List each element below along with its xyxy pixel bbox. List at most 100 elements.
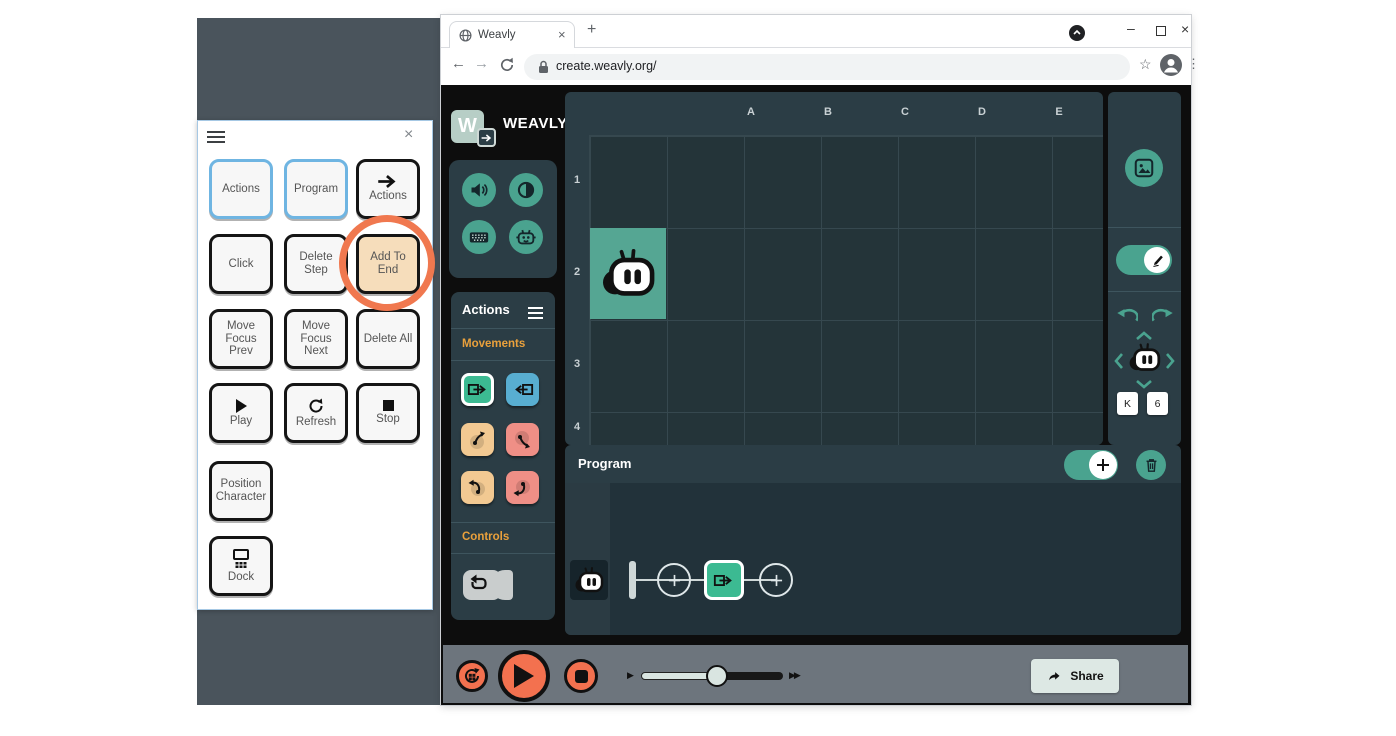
- background-image-button[interactable]: [1125, 149, 1163, 187]
- loop-control-button[interactable]: [463, 570, 515, 600]
- movement-forward-button[interactable]: [461, 373, 494, 406]
- move-down-chevron-icon[interactable]: [1135, 379, 1153, 389]
- overlay-dock-button[interactable]: Dock: [209, 536, 273, 596]
- program-character-robot: [574, 567, 604, 594]
- scene-row-label: 3: [570, 358, 584, 370]
- arrow-right-icon: [377, 175, 399, 188]
- play-button[interactable]: [498, 650, 550, 702]
- window-close-button[interactable]: ×: [1181, 21, 1189, 37]
- pen-icon: [1149, 252, 1165, 268]
- trash-icon: [1143, 457, 1160, 474]
- delete-program-button[interactable]: [1136, 450, 1166, 480]
- browser-update-icon[interactable]: [1069, 25, 1085, 41]
- overlay-add-to-end-button[interactable]: Add To End: [356, 234, 420, 294]
- palette-menu-icon[interactable]: [528, 304, 543, 322]
- bookmark-star-icon[interactable]: ☆: [1139, 56, 1152, 73]
- overlay-delete-step-button[interactable]: Delete Step: [284, 234, 348, 294]
- overlay-actions-nav-button[interactable]: Actions: [356, 159, 420, 219]
- back-icon[interactable]: ←: [451, 55, 466, 72]
- program-title: Program: [578, 456, 631, 471]
- share-icon: [1046, 669, 1063, 684]
- forward-icon: [467, 382, 489, 397]
- window-maximize-button[interactable]: [1156, 26, 1166, 36]
- lock-icon: [538, 60, 549, 74]
- speed-slider-thumb[interactable]: [706, 665, 728, 687]
- weavly-app: W WEAVLY: [441, 85, 1191, 705]
- program-header: Program: [565, 445, 1181, 483]
- theme-contrast-button[interactable]: [509, 173, 543, 207]
- turn-left-90-button[interactable]: [461, 471, 494, 504]
- panel-menu-icon[interactable]: [207, 128, 225, 146]
- scene-column-label: C: [895, 106, 915, 118]
- turn-right-45-button[interactable]: [506, 423, 539, 456]
- move-left-chevron-icon[interactable]: [1114, 352, 1124, 370]
- overlay-program-button[interactable]: Program: [284, 159, 348, 219]
- refresh-scene-icon: [463, 667, 481, 685]
- move-up-chevron-icon[interactable]: [1135, 331, 1153, 341]
- share-button[interactable]: Share: [1031, 659, 1119, 693]
- plus-icon: [770, 574, 783, 587]
- overlay-click-button[interactable]: Click: [209, 234, 273, 294]
- overlay-move-focus-next-button[interactable]: Move Focus Next: [284, 309, 348, 369]
- scene-column-label: D: [972, 106, 992, 118]
- tab-title: Weavly: [478, 29, 516, 41]
- browser-tab[interactable]: Weavly ×: [449, 21, 575, 48]
- panel-close-icon[interactable]: ×: [404, 126, 413, 144]
- dock-icon: [229, 549, 253, 569]
- row-coordinate-input[interactable]: 6: [1147, 392, 1168, 415]
- scene-grid[interactable]: [589, 135, 1103, 445]
- actions-panel-title: Actions: [462, 302, 510, 317]
- add-step-node[interactable]: [657, 563, 691, 597]
- character-select-button[interactable]: [509, 220, 543, 254]
- overlay-play-button[interactable]: Play: [209, 383, 273, 443]
- url-bar[interactable]: create.weavly.org/: [524, 54, 1130, 80]
- redo-icon[interactable]: [1152, 308, 1174, 323]
- refresh-scene-button[interactable]: [456, 660, 488, 692]
- movement-backward-button[interactable]: [506, 373, 539, 406]
- scene-column-label: B: [818, 106, 838, 118]
- play-icon: [236, 399, 247, 413]
- utility-panel: [449, 160, 557, 278]
- forward-icon[interactable]: →: [474, 55, 489, 72]
- turn-left-45-button[interactable]: [461, 423, 494, 456]
- scene-row-label: 1: [570, 174, 584, 186]
- speaker-icon: [469, 180, 489, 200]
- playback-bar: ▶ ▶▶ Share: [443, 645, 1188, 703]
- overlay-refresh-button[interactable]: Refresh: [284, 383, 348, 443]
- reload-icon[interactable]: [499, 57, 515, 73]
- audio-feedback-button[interactable]: [462, 173, 496, 207]
- draw-path-toggle[interactable]: [1116, 245, 1172, 275]
- character-robot[interactable]: [600, 249, 656, 299]
- tab-strip: Weavly × + – ×: [441, 15, 1191, 48]
- new-tab-button[interactable]: +: [587, 21, 596, 39]
- keyboard-shortcuts-button[interactable]: [462, 220, 496, 254]
- move-right-chevron-icon[interactable]: [1165, 352, 1175, 370]
- column-coordinate-input[interactable]: K: [1117, 392, 1138, 415]
- scene-row-label: 2: [570, 266, 584, 278]
- undo-icon[interactable]: [1116, 308, 1138, 323]
- globe-favicon-icon: [459, 29, 472, 42]
- overlay-delete-all-button[interactable]: Delete All: [356, 309, 420, 369]
- tab-close-icon[interactable]: ×: [558, 27, 566, 42]
- turn-right-90-button[interactable]: [506, 471, 539, 504]
- turn-right-45-icon: [511, 428, 535, 452]
- weavly-logo-text: WEAVLY: [503, 115, 568, 132]
- program-step-forward[interactable]: [704, 560, 744, 600]
- logo-arrow-icon: [477, 128, 496, 147]
- overlay-actions-button[interactable]: Actions: [209, 159, 273, 219]
- turn-right-90-icon: [511, 476, 535, 500]
- actions-palette: Actions Movements: [451, 292, 555, 620]
- overlay-stop-button[interactable]: Stop: [356, 383, 420, 443]
- program-character-tile[interactable]: [570, 560, 608, 600]
- scene-sidebar: K 6: [1108, 92, 1181, 445]
- add-step-node[interactable]: [759, 563, 793, 597]
- add-node-toggle[interactable]: [1064, 450, 1118, 480]
- share-label: Share: [1070, 669, 1103, 683]
- overlay-move-focus-prev-button[interactable]: Move Focus Prev: [209, 309, 273, 369]
- browser-menu-icon[interactable]: ⋮: [1187, 56, 1200, 72]
- play-icon: [514, 664, 534, 688]
- overlay-position-character-button[interactable]: Position Character: [209, 461, 273, 521]
- user-avatar-icon[interactable]: [1160, 54, 1182, 76]
- stop-button[interactable]: [564, 659, 598, 693]
- window-minimize-button[interactable]: –: [1127, 20, 1135, 36]
